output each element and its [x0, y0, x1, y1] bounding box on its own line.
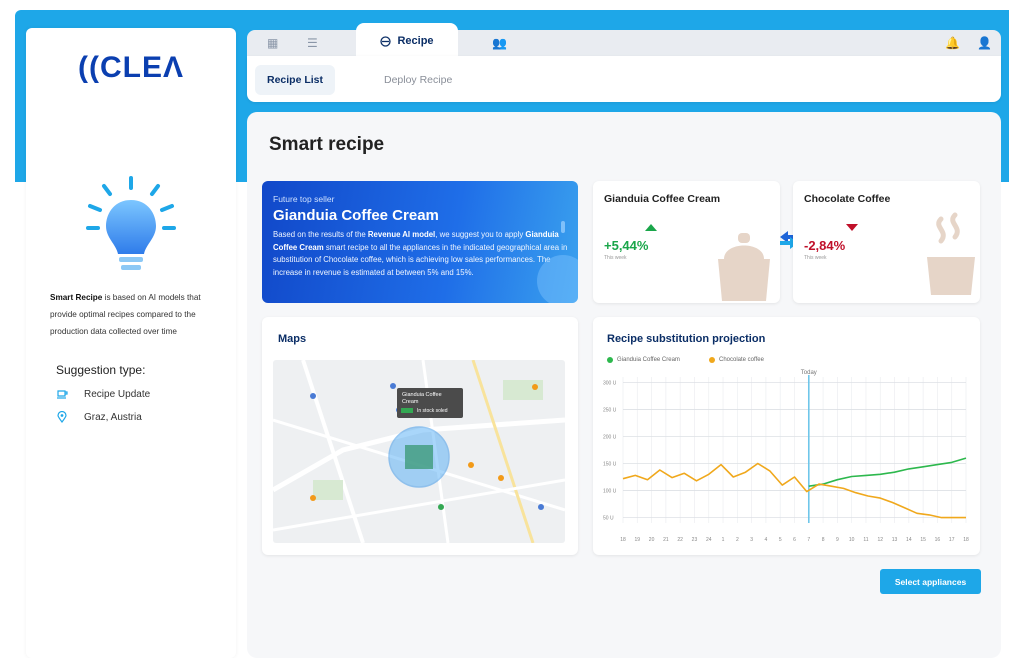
x-tick-label: 17 [949, 537, 955, 543]
x-tick-label: 11 [863, 537, 868, 543]
map-view[interactable] [273, 360, 565, 543]
map-popup-status: In stock soled [417, 408, 448, 414]
users-icon[interactable]: 👥 [492, 36, 507, 50]
suggestion-label: Recipe Update [84, 388, 151, 400]
maps-card: Maps Gianduia Coffee Cream In stock sole… [262, 317, 578, 555]
x-tick-label: 7 [807, 537, 810, 543]
subtab-recipe-list[interactable]: Recipe List [255, 65, 336, 95]
maps-title: Maps [278, 333, 307, 345]
coffee-pot-icon [718, 233, 770, 301]
x-tick-label: 15 [920, 537, 926, 543]
stat-value: -2,84% [804, 238, 846, 253]
x-tick-label: 23 [692, 537, 698, 543]
x-tick-label: 22 [677, 537, 683, 543]
x-tick-label: 20 [649, 537, 655, 543]
stat-card-chocolate: Chocolate Coffee -2,84% This week [793, 181, 980, 303]
hero-body-bold: Revenue AI model [367, 230, 436, 239]
projection-card: Recipe substitution projection Gianduia … [593, 317, 980, 555]
projection-chart: 300 U250 U200 U150 U100 U50 U18 19 20 21 22 2… [603, 370, 969, 543]
x-tick-label: 16 [935, 537, 941, 543]
bell-icon[interactable]: 🔔 [945, 36, 960, 50]
x-tick-label: 3 [750, 537, 753, 543]
coffee-cup-icon [57, 390, 68, 399]
x-tick-label: 14 [906, 537, 912, 543]
hero-kicker: Future top seller [273, 194, 335, 204]
series-line-0 [808, 457, 967, 487]
legend-item: Chocolate coffee [709, 357, 764, 363]
main-panel: Smart recipe Future top seller Gianduia … [247, 112, 1001, 658]
x-tick-label: 8 [822, 537, 825, 543]
recipe-icon [380, 35, 392, 47]
dashboard-icon[interactable]: ▦ [267, 36, 278, 50]
x-tick-label: 19 [635, 537, 641, 543]
suggestion-item: Graz, Austria [56, 411, 142, 423]
legend-item: Gianduia Coffee Cream [607, 357, 680, 363]
legend-dot [709, 357, 715, 363]
x-tick-label: 9 [836, 537, 839, 543]
lightbulb-decor-icon [537, 221, 578, 303]
x-tick-label: 1 [722, 537, 725, 543]
user-icon[interactable]: 👤 [977, 36, 992, 50]
hero-body-text: Based on the results of the [273, 230, 368, 239]
tab-recipe-label: Recipe [397, 35, 434, 47]
select-appliances-button[interactable]: Select appliances [880, 569, 981, 594]
sub-navbar: Recipe List Deploy Recipe [247, 56, 1001, 102]
x-tick-label: 13 [892, 537, 898, 543]
arrow-up-icon [645, 224, 657, 231]
suggestion-item: Recipe Update [56, 388, 150, 400]
y-tick-label: 200 U [603, 434, 617, 440]
x-tick-label: 4 [765, 537, 768, 543]
location-pin-icon [57, 411, 67, 423]
today-label: Today [801, 370, 817, 376]
y-tick-label: 100 U [603, 489, 617, 495]
logo-text: ((CLEΛ [78, 51, 184, 84]
x-tick-label: 10 [849, 537, 855, 543]
list-icon[interactable]: ☰ [307, 36, 318, 50]
stat-value: +5,44% [604, 238, 649, 253]
x-tick-label: 5 [779, 537, 782, 543]
y-tick-label: 150 U [603, 462, 617, 468]
suggestion-label: Graz, Austria [84, 411, 142, 423]
page-title: Smart recipe [269, 134, 385, 155]
y-tick-label: 300 U [603, 380, 617, 386]
hero-card: Future top seller Gianduia Coffee Cream … [262, 181, 578, 303]
description-bold: Smart Recipe [50, 293, 103, 302]
hero-title: Gianduia Coffee Cream [273, 207, 439, 224]
x-tick-label: 21 [663, 537, 669, 543]
sidebar-description: Smart Recipe is based on AI models that … [50, 289, 222, 340]
suggestion-title: Suggestion type: [56, 363, 146, 377]
legend-dot [607, 357, 613, 363]
stat-title: Chocolate Coffee [804, 193, 891, 205]
tab-recipe[interactable]: Recipe [356, 23, 458, 59]
legend-label: Gianduia Coffee Cream [617, 357, 680, 363]
x-tick-label: 18 [963, 537, 969, 543]
hero-body-text: , we suggest you to apply [435, 230, 526, 239]
x-tick-label: 6 [793, 537, 796, 543]
map-popup-title: Gianduia Coffee Cream [402, 392, 442, 405]
x-tick-label: 18 [620, 537, 626, 543]
x-tick-label: 2 [736, 537, 739, 543]
lightbulb-icon [86, 176, 176, 270]
stat-sub: This week [804, 255, 827, 261]
subtab-deploy-recipe[interactable]: Deploy Recipe [372, 65, 464, 95]
clea-logo: ((CLEΛ [78, 50, 188, 86]
sidebar: ((CLEΛ Smart Recipe is based on AI model… [26, 28, 236, 658]
stat-title: Gianduia Coffee Cream [604, 193, 721, 205]
x-tick-label: 12 [877, 537, 883, 543]
stat-card-gianduia: Gianduia Coffee Cream +5,44% This week [593, 181, 780, 303]
stat-sub: This week [604, 255, 627, 261]
y-tick-label: 250 U [603, 407, 617, 413]
legend-label: Chocolate coffee [719, 357, 764, 363]
arrow-down-icon [846, 224, 858, 231]
y-tick-label: 50 U [603, 516, 614, 522]
projection-title: Recipe substitution projection [607, 333, 766, 345]
x-tick-label: 24 [706, 537, 712, 543]
coffee-cup-decor-icon [927, 212, 975, 295]
